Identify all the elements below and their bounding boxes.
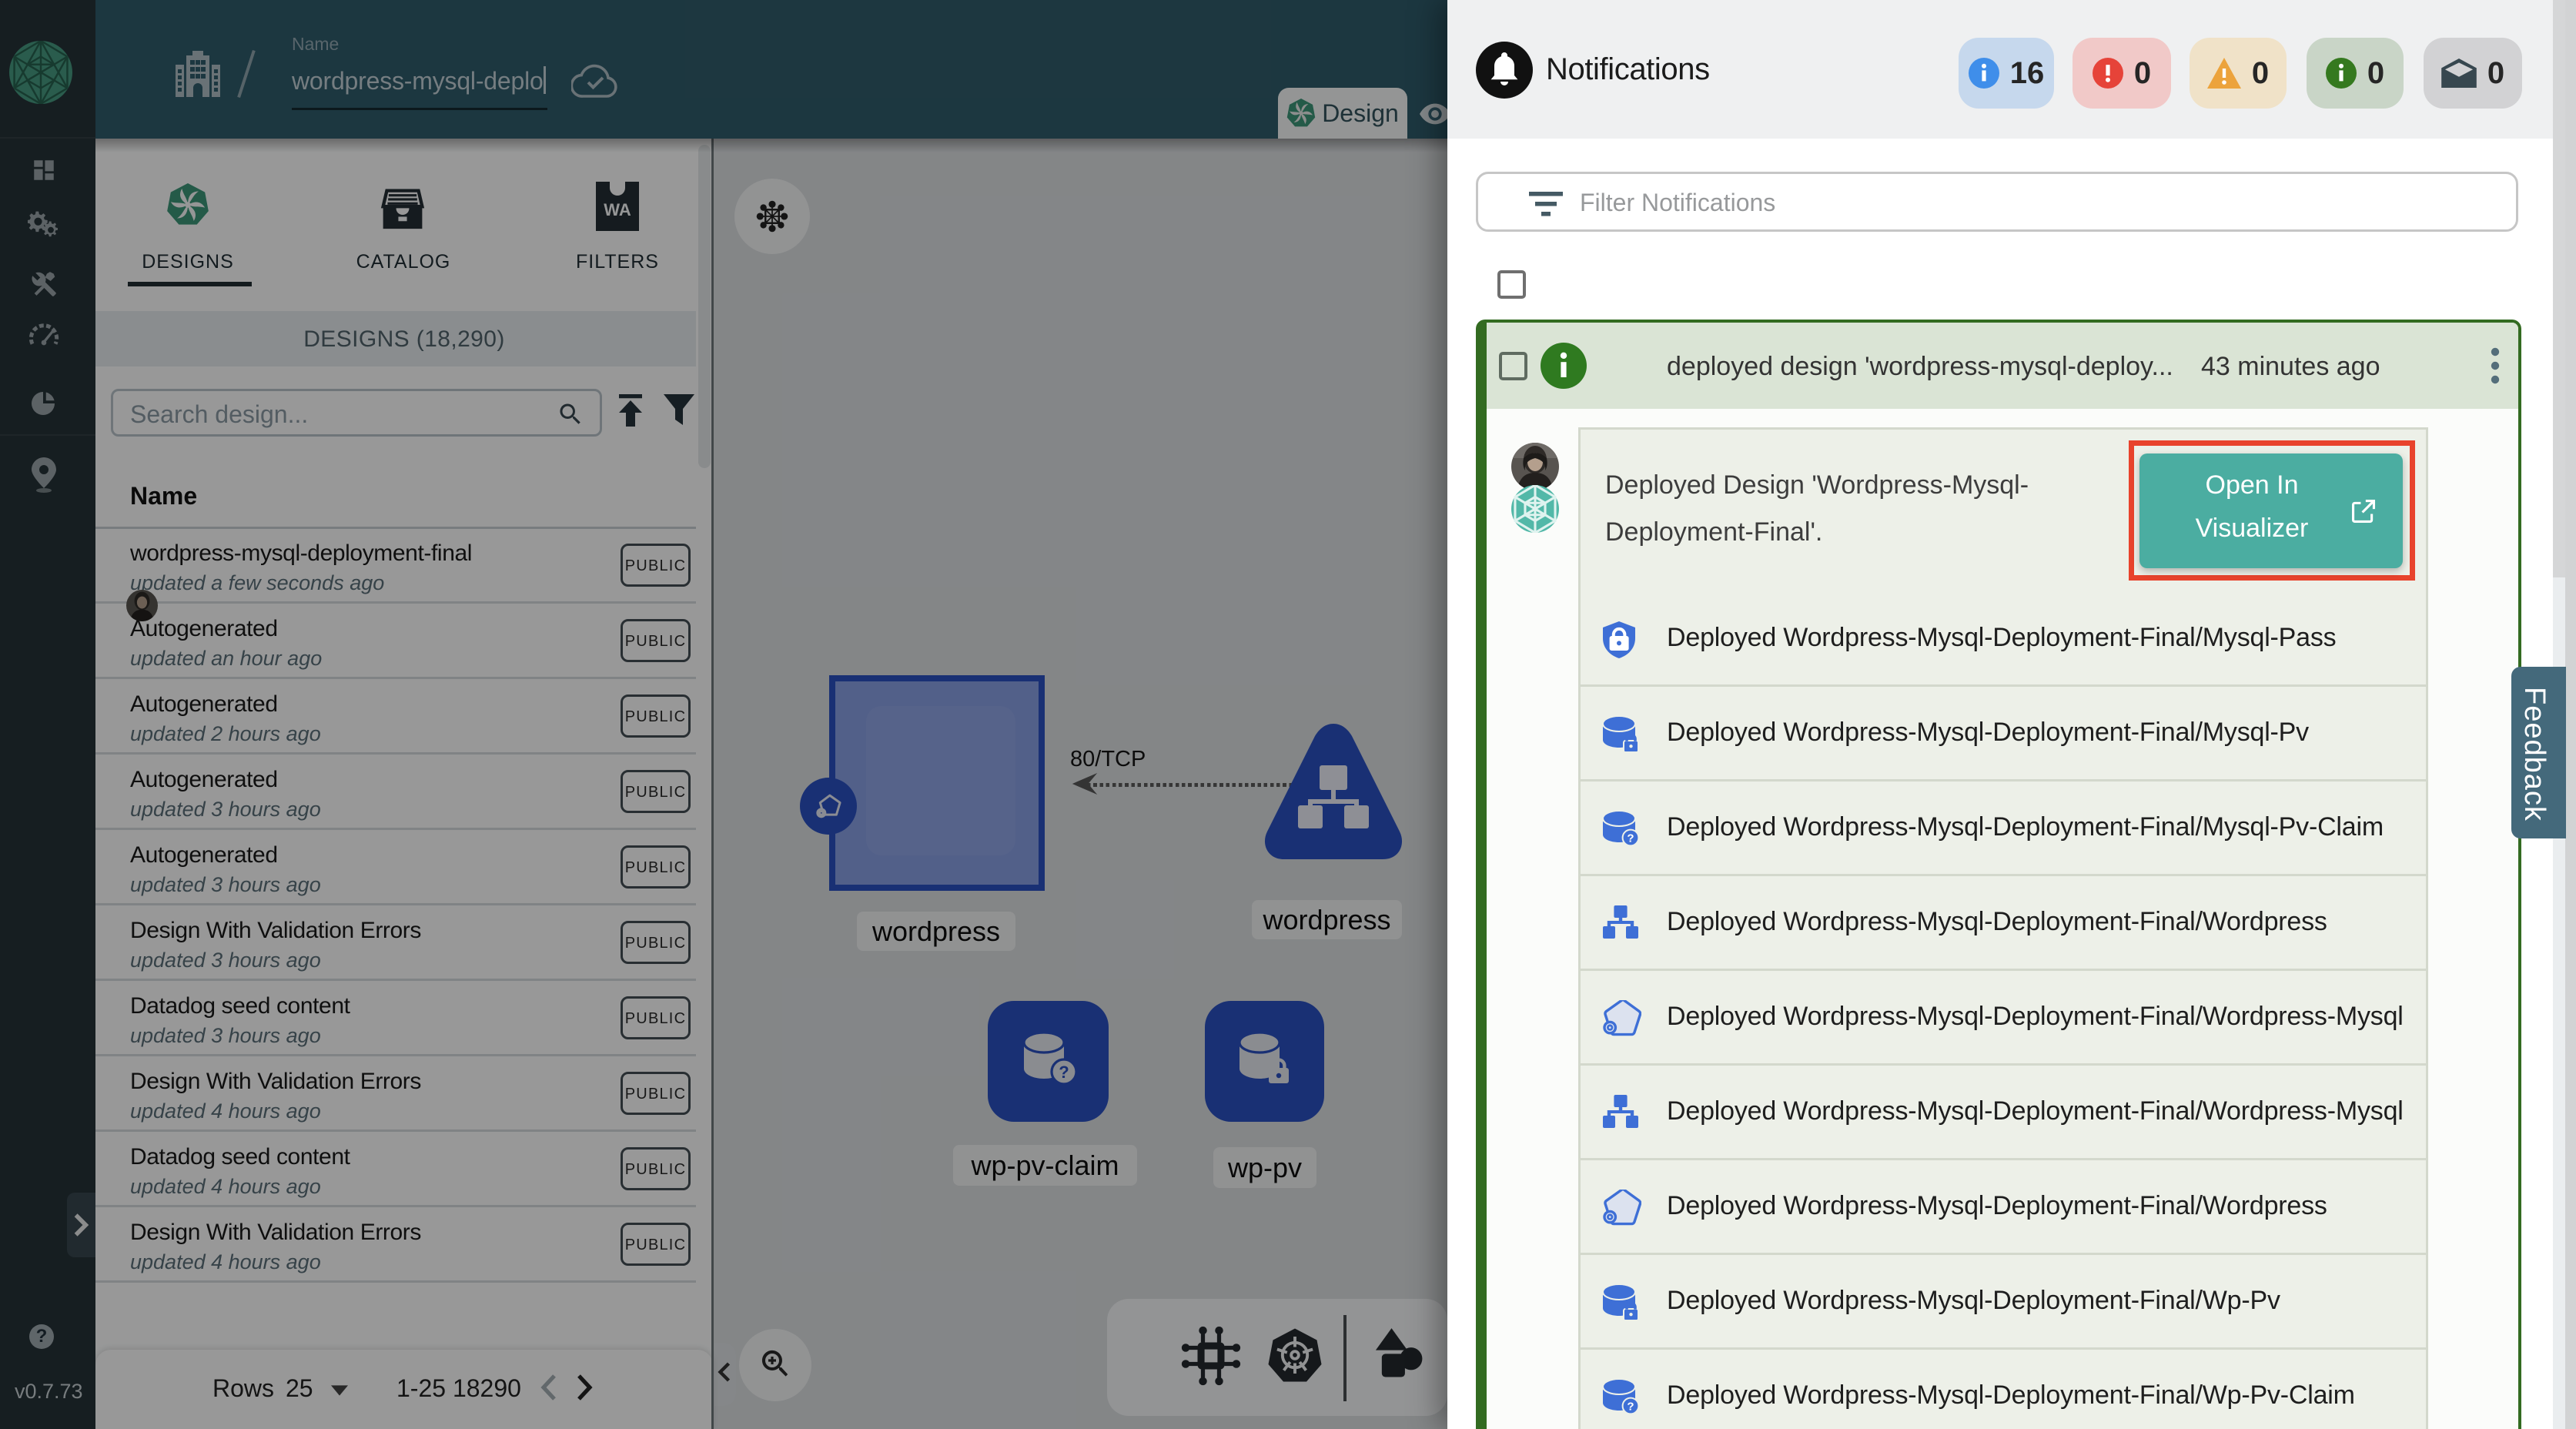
svg-text:?: ? xyxy=(1627,832,1634,845)
svg-text:?: ? xyxy=(1627,1401,1634,1414)
